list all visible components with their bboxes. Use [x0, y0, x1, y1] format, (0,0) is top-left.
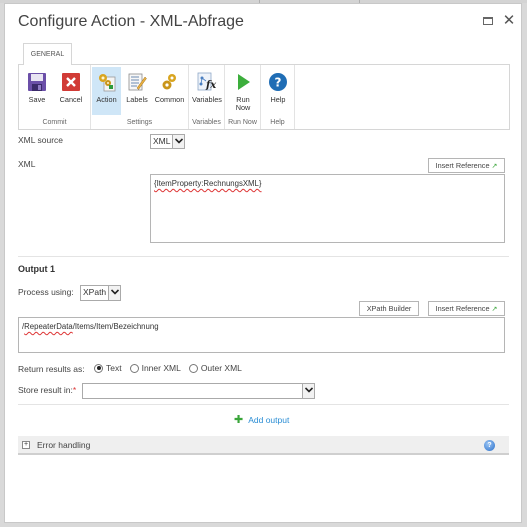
- process-using-select[interactable]: XPath: [80, 285, 121, 301]
- group-label-run-now: Run Now: [228, 119, 257, 126]
- labels-icon: [128, 73, 147, 91]
- store-result-select[interactable]: [82, 383, 315, 399]
- cancel-button[interactable]: Cancel: [55, 67, 87, 113]
- xpath-textarea[interactable]: /RepeaterData/Items/Item/Bezeichnung: [18, 317, 505, 353]
- action-button[interactable]: Action: [92, 67, 121, 115]
- svg-text:?: ?: [275, 76, 282, 90]
- save-label: Save: [28, 95, 46, 104]
- common-label: Common: [154, 95, 185, 104]
- divider: [18, 256, 509, 257]
- add-output-label: Add output: [248, 414, 290, 425]
- output-title: Output 1: [18, 264, 55, 274]
- help-icon: ?: [269, 73, 287, 91]
- xml-source-select[interactable]: XML: [150, 134, 185, 149]
- close-button[interactable]: ✕: [502, 12, 516, 29]
- chevron-down-icon: [302, 384, 314, 398]
- common-gears-icon: [162, 74, 176, 90]
- configure-action-dialog: Configure Action - XML-Abfrage ✕ GENERAL…: [4, 3, 522, 523]
- radio-circle: [188, 363, 198, 373]
- radio-label: Inner XML: [141, 363, 181, 373]
- xml-textarea[interactable]: {ItemProperty:RechnungsXML}: [150, 174, 505, 243]
- radio-text[interactable]: Text: [94, 363, 122, 373]
- run-play-icon: [238, 74, 250, 90]
- group-label-settings: Settings: [126, 119, 153, 126]
- return-results-radio-group: Text Inner XML Outer XML: [94, 363, 250, 373]
- required-marker: *: [72, 385, 77, 395]
- xpath-misspelled-word: RepeaterData: [24, 322, 73, 331]
- maximize-icon: [483, 17, 493, 25]
- action-label: Action: [96, 95, 117, 104]
- ribbon-group-settings: Action Labels Common Settings: [91, 65, 189, 129]
- return-results-label: Return results as:: [18, 364, 85, 374]
- labels-label: Labels: [126, 95, 148, 104]
- help-icon[interactable]: ?: [484, 440, 495, 451]
- action-gears-icon: [98, 74, 115, 92]
- process-using-label: Process using:: [18, 287, 74, 297]
- group-label-variables: Variables: [192, 119, 221, 126]
- common-button[interactable]: Common: [152, 67, 187, 113]
- insert-reference-arrow-icon: ↗: [491, 306, 498, 313]
- xml-source-value: XML: [153, 136, 171, 146]
- tab-general[interactable]: GENERAL: [23, 43, 72, 65]
- xpath-rest: /Items/Item/Bezeichnung: [72, 322, 159, 331]
- ribbon-group-commit: Save Cancel Commit: [19, 65, 91, 129]
- divider: [18, 404, 509, 405]
- run-now-label: Run Now: [235, 95, 251, 112]
- insert-reference-label: Insert Reference: [435, 304, 490, 313]
- ribbon: Save Cancel Commit Action Labels Common …: [18, 64, 510, 130]
- close-icon: ✕: [502, 12, 516, 29]
- save-icon: [28, 73, 46, 91]
- insert-reference-button[interactable]: Insert Reference ↗: [428, 158, 505, 173]
- xpath-builder-button[interactable]: XPath Builder: [359, 301, 419, 316]
- group-label-commit: Commit: [42, 119, 67, 126]
- chevron-down-icon: [172, 135, 184, 148]
- radio-circle: [129, 363, 139, 373]
- radio-outer-xml[interactable]: Outer XML: [188, 363, 242, 373]
- run-now-button[interactable]: Run Now: [228, 67, 258, 113]
- radio-label: Text: [106, 363, 122, 373]
- expand-icon[interactable]: +: [22, 441, 30, 449]
- error-handling-label: Error handling: [37, 440, 91, 450]
- radio-label: Outer XML: [200, 363, 242, 373]
- group-label-help: Help: [270, 119, 285, 126]
- variables-button[interactable]: fx Variables: [190, 67, 224, 113]
- dialog-title: Configure Action - XML-Abfrage: [18, 13, 244, 30]
- insert-reference-button-output[interactable]: Insert Reference ↗: [428, 301, 505, 316]
- insert-reference-arrow-icon: ↗: [491, 163, 498, 170]
- cancel-label: Cancel: [59, 95, 83, 104]
- xml-label: XML: [18, 159, 36, 169]
- add-icon: ✚: [234, 414, 244, 426]
- ribbon-group-variables: fx Variables Variables: [189, 65, 225, 129]
- radio-circle-checked: [94, 363, 103, 373]
- xml-value: {ItemProperty:RechnungsXML}: [154, 179, 262, 188]
- ribbon-group-help: ? Help Help: [261, 65, 295, 129]
- process-using-value: XPath: [83, 287, 107, 297]
- help-label: Help: [270, 95, 286, 104]
- ribbon-group-run-now: Run Now Run Now: [225, 65, 261, 129]
- xml-source-label: XML source: [18, 135, 64, 145]
- variables-fx-icon: fx: [197, 72, 217, 91]
- insert-reference-label: Insert Reference: [435, 161, 490, 170]
- save-button[interactable]: Save: [22, 67, 52, 113]
- cancel-icon: [62, 73, 80, 91]
- add-output-link[interactable]: ✚ Add output: [234, 413, 289, 426]
- chevron-down-icon: [108, 286, 120, 300]
- error-handling-section[interactable]: + Error handling ?: [18, 436, 509, 455]
- radio-inner-xml[interactable]: Inner XML: [129, 363, 181, 373]
- help-button[interactable]: ? Help: [264, 67, 292, 113]
- svg-text:fx: fx: [205, 80, 217, 91]
- variables-label: Variables: [192, 95, 222, 104]
- store-result-text: Store result in:: [18, 385, 73, 395]
- labels-button[interactable]: Labels: [123, 67, 151, 113]
- store-result-label: Store result in:*: [18, 385, 76, 395]
- maximize-button[interactable]: [481, 14, 495, 28]
